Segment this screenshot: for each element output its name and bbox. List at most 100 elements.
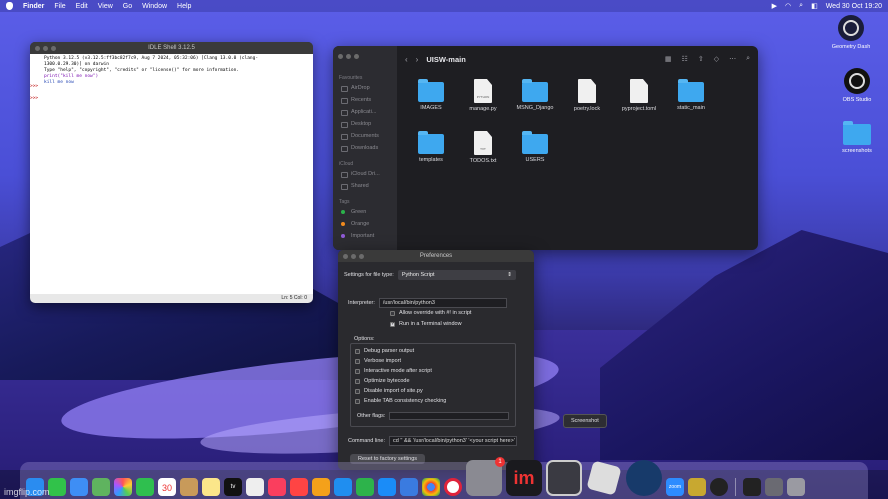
option-checkbox[interactable] — [355, 358, 360, 364]
zoom-dock-icon[interactable]: zoom — [666, 478, 684, 496]
play-icon[interactable]: ▶ — [772, 2, 777, 10]
keynote-dock-icon[interactable] — [334, 478, 352, 496]
finder-file-item[interactable]: USERS — [509, 128, 561, 180]
more-icon[interactable]: ⋯ — [729, 55, 736, 63]
preferences-window[interactable]: Preferences Settings for file type: Pyth… — [338, 250, 534, 470]
apple-menu-icon[interactable] — [6, 2, 13, 10]
wifi-icon[interactable]: ◠ — [785, 2, 791, 10]
close-button[interactable] — [338, 54, 343, 59]
interpreter-field[interactable]: /usr/local/bin/python3 — [378, 298, 507, 308]
idle-shell-window[interactable]: IDLE Shell 3.12.5 >>> >>> Python 3.12.5 … — [30, 42, 313, 303]
menu-go[interactable]: Go — [123, 3, 132, 10]
sidebar-item-recents[interactable]: Recents — [333, 94, 397, 106]
interpreter-label: Interpreter: — [348, 300, 375, 306]
zoom-button[interactable] — [354, 54, 359, 59]
option-checkbox[interactable] — [355, 368, 360, 374]
desktop-icon-obs-studio[interactable]: OBS Studio — [829, 68, 885, 103]
command-line-label: Command line: — [348, 438, 385, 444]
sidebar-item-shared[interactable]: Shared — [333, 180, 397, 192]
apple-tv-dock-icon[interactable]: tv — [224, 478, 242, 496]
shell-text[interactable]: Python 3.12.5 (v3.12.5:ff3bc82f7c9, Aug … — [42, 54, 313, 294]
file-name: static_main — [677, 105, 705, 111]
notes-dock-icon[interactable] — [202, 478, 220, 496]
system-settings-dock-icon[interactable]: 1 — [466, 457, 505, 496]
roblox-dock-icon[interactable] — [586, 460, 622, 496]
menu-file[interactable]: File — [54, 3, 65, 10]
search-icon[interactable]: ⌕ — [746, 55, 750, 63]
finder-file-item[interactable]: poetry.lock — [561, 76, 613, 128]
forward-icon[interactable]: › — [416, 55, 419, 64]
contacts-dock-icon[interactable] — [180, 478, 198, 496]
sidebar-item-applications[interactable]: Applicati... — [333, 106, 397, 118]
mail-dock-icon[interactable] — [70, 478, 88, 496]
menu-app-name[interactable]: Finder — [23, 3, 44, 10]
run-terminal-checkbox[interactable] — [390, 321, 395, 327]
launchpad-dock-icon[interactable] — [765, 478, 783, 496]
sidebar-item-desktop[interactable]: Desktop — [333, 118, 397, 130]
menu-window[interactable]: Window — [142, 3, 167, 10]
option-checkbox[interactable] — [355, 378, 360, 384]
photos-dock-icon[interactable] — [114, 478, 132, 496]
desktop-icon-geometry-dash[interactable]: Geometry Dash — [823, 15, 879, 50]
tag-icon[interactable]: ◇ — [714, 55, 719, 63]
allow-override-checkbox[interactable] — [390, 310, 395, 316]
imovie-dock-icon[interactable]: im — [506, 460, 542, 496]
share-icon[interactable]: ⇧ — [698, 55, 704, 63]
opera-dock-icon[interactable] — [444, 478, 462, 496]
news-dock-icon[interactable] — [290, 478, 308, 496]
search-icon[interactable]: ⌕ — [799, 2, 803, 10]
finder-file-item[interactable]: templates — [405, 128, 457, 180]
maps-dock-icon[interactable] — [92, 478, 110, 496]
calendar-dock-icon[interactable]: 30 — [158, 478, 176, 496]
finder-file-item[interactable]: MSNG_Django — [509, 76, 561, 128]
music-dock-icon[interactable] — [268, 478, 286, 496]
messages-dock-icon[interactable] — [48, 478, 66, 496]
finder-file-item[interactable]: pyproject.toml — [613, 76, 665, 128]
control-center-icon[interactable]: ◧ — [811, 2, 818, 10]
sidebar-item-airdrop[interactable]: AirDrop — [333, 82, 397, 94]
finder-sidebar: Favourites AirDrop Recents Applicati... … — [333, 46, 397, 250]
minecraft-dock-icon[interactable] — [688, 478, 706, 496]
sidebar-item-documents[interactable]: Documents — [333, 130, 397, 142]
minimize-button[interactable] — [346, 54, 351, 59]
group-icon[interactable]: ☷ — [682, 55, 688, 63]
app-store-dock-icon[interactable] — [378, 478, 396, 496]
option-checkbox[interactable] — [355, 388, 360, 394]
sidebar-tag-important[interactable]: Important — [333, 230, 397, 242]
chrome-dock-icon[interactable] — [422, 478, 440, 496]
idle-titlebar[interactable]: IDLE Shell 3.12.5 — [30, 42, 313, 54]
menu-clock[interactable]: Wed 30 Oct 19:20 — [826, 3, 882, 10]
command-line-field[interactable]: cd '' && '/usr/local/bin/python3' '<your… — [389, 436, 517, 446]
safari-dock-icon[interactable] — [400, 478, 418, 496]
terminal-dock-icon[interactable] — [743, 478, 761, 496]
steam-dock-icon[interactable] — [626, 460, 662, 496]
sidebar-item-icloud-drive[interactable]: iCloud Dri... — [333, 168, 397, 180]
sidebar-tag-orange[interactable]: Orange — [333, 218, 397, 230]
trash-dock-icon[interactable] — [787, 478, 805, 496]
facetime-dock-icon[interactable] — [136, 478, 154, 496]
pages-dock-icon[interactable] — [312, 478, 330, 496]
sidebar-tag-green[interactable]: Green — [333, 206, 397, 218]
reminders-dock-icon[interactable] — [246, 478, 264, 496]
menu-help[interactable]: Help — [177, 3, 191, 10]
finder-file-item[interactable]: TXT TODOS.txt — [457, 128, 509, 180]
finder-file-item[interactable]: static_main — [665, 76, 717, 128]
menu-edit[interactable]: Edit — [76, 3, 88, 10]
view-grid-icon[interactable]: ▦ — [665, 55, 672, 63]
prefs-titlebar[interactable]: Preferences — [338, 250, 534, 262]
finder-file-item[interactable]: PYTHON manage.py — [457, 76, 509, 128]
finder-file-item[interactable]: IMAGES — [405, 76, 457, 128]
screenshot-dock-icon[interactable] — [546, 460, 582, 496]
menu-view[interactable]: View — [98, 3, 113, 10]
idle-shell-area[interactable]: >>> >>> Python 3.12.5 (v3.12.5:ff3bc82f7… — [30, 54, 313, 294]
finder-window[interactable]: Favourites AirDrop Recents Applicati... … — [333, 46, 758, 250]
obs-dock-icon[interactable] — [710, 478, 728, 496]
option-checkbox[interactable] — [355, 398, 360, 404]
numbers-dock-icon[interactable] — [356, 478, 374, 496]
other-flags-field[interactable] — [389, 412, 510, 420]
option-checkbox[interactable] — [355, 348, 360, 354]
back-icon[interactable]: ‹ — [405, 55, 408, 64]
file-type-popup[interactable]: Python Script ⇕ — [397, 270, 516, 280]
desktop-icon-screenshots[interactable]: screenshots — [829, 121, 885, 154]
sidebar-item-downloads[interactable]: Downloads — [333, 142, 397, 154]
